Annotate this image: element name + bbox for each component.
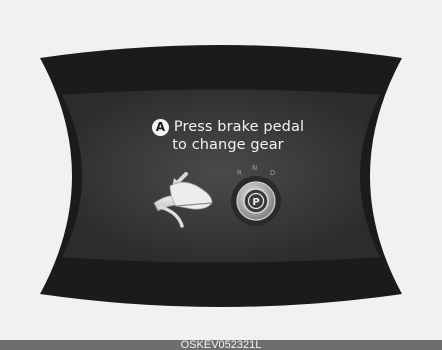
gear-letter-d: D [270, 169, 275, 177]
gear-letter-n: N [252, 164, 257, 172]
figure-code: OSKEV052321L [180, 339, 262, 350]
brake-gear-warning-illustration: R N D P A Press brake pedal to change gea… [0, 0, 442, 350]
message-text-1: Press brake pedal [173, 119, 305, 135]
message-line-1: A Press brake pedal [0, 118, 442, 136]
gear-letter-r: R [237, 169, 242, 177]
marker-a-badge: A [151, 119, 169, 136]
message-line-2: to change gear [172, 137, 284, 153]
park-letter: P [252, 197, 259, 208]
cluster-screen [62, 89, 380, 263]
instrument-cluster-display: R N D P [40, 45, 402, 307]
